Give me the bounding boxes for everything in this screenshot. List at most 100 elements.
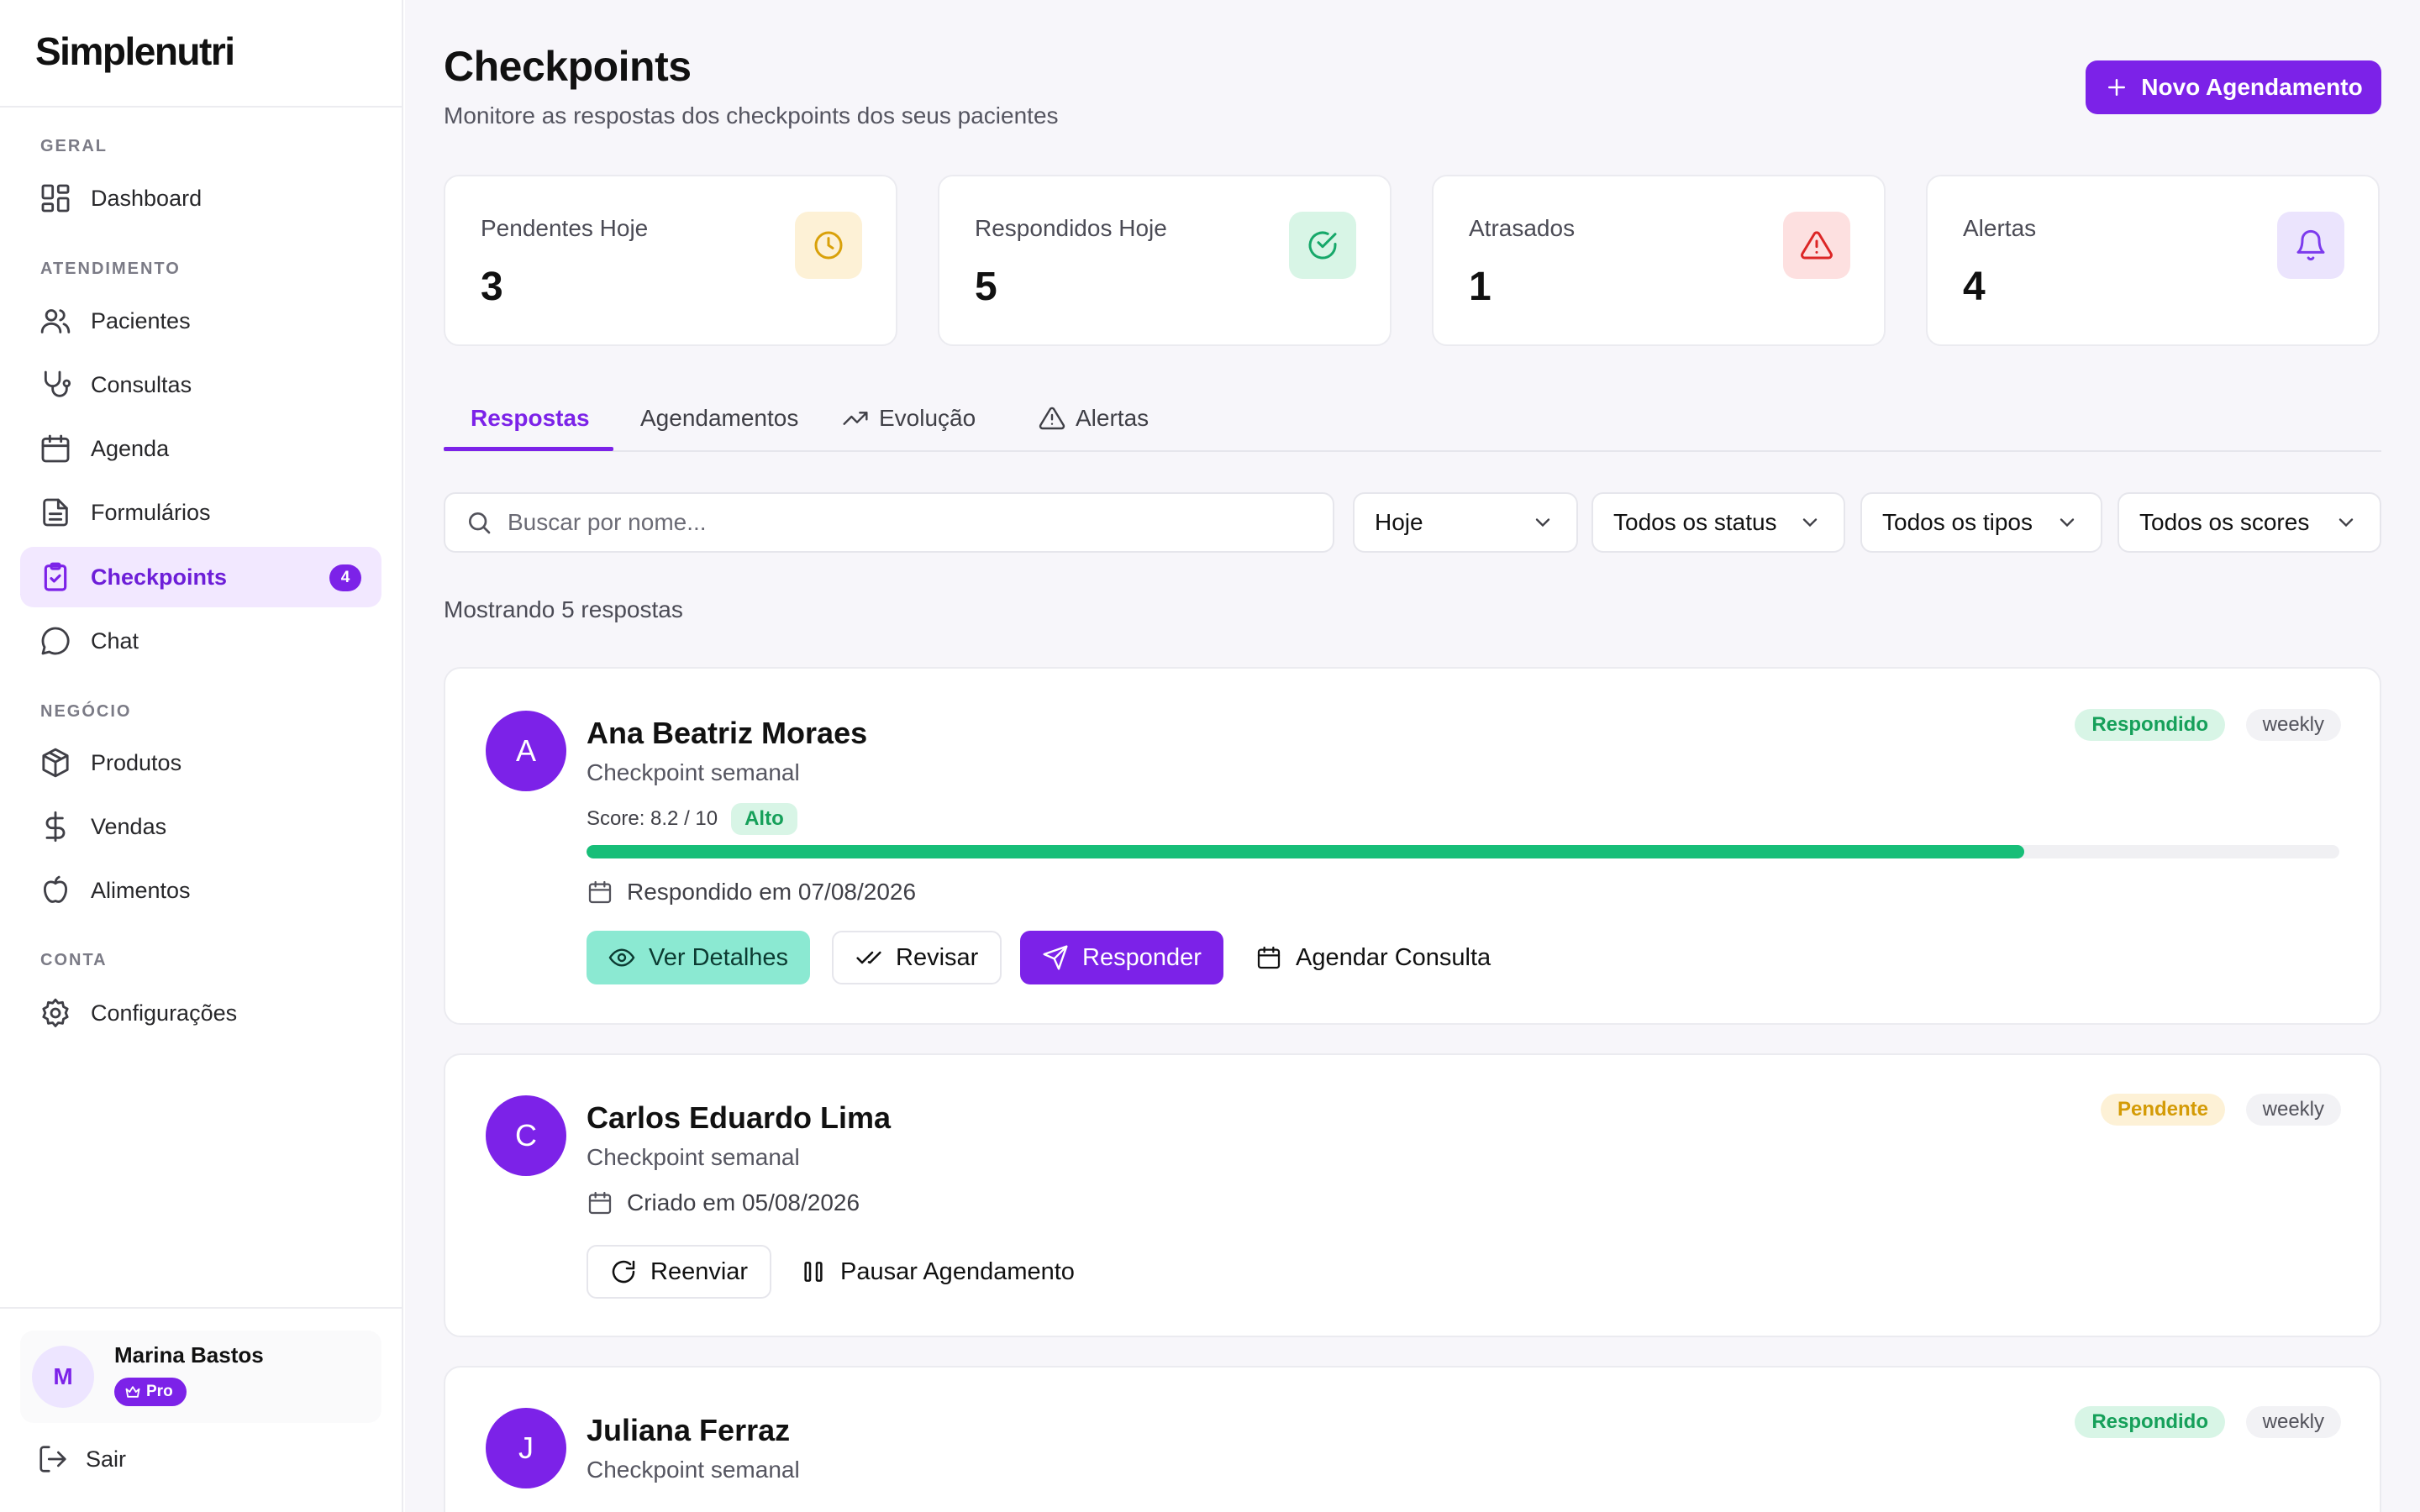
sidebar-item-label: Formulários xyxy=(91,499,211,525)
sidebar: Simplenutri GERAL Dashboard ATENDIMENTO … xyxy=(0,0,403,1512)
sidebar-item-dashboard[interactable]: Dashboard xyxy=(20,168,381,228)
search-icon xyxy=(466,509,492,536)
stat-label: Atrasados xyxy=(1469,215,1576,241)
main-content: Checkpoints Monitore as respostas dos ch… xyxy=(405,0,2420,1512)
tab-bar: Respostas Agendamentos Evolução Alertas xyxy=(444,386,2381,452)
date-text: Criado em 05/08/2026 xyxy=(627,1189,860,1215)
checkpoint-type: Checkpoint semanal xyxy=(587,1144,800,1170)
date-text: Respondido em 07/08/2026 xyxy=(627,879,917,905)
avatar: M xyxy=(32,1346,94,1408)
tab-label: Evolução xyxy=(879,405,976,431)
tab-label: Alertas xyxy=(1076,405,1150,431)
gear-icon xyxy=(39,996,72,1030)
review-button[interactable]: Revisar xyxy=(832,931,1002,984)
chevron-down-icon xyxy=(1798,511,1822,534)
respond-button[interactable]: Responder xyxy=(1020,931,1223,984)
stat-label: Pendentes Hoje xyxy=(481,215,649,241)
clipboard-check-icon xyxy=(39,560,72,594)
dashboard-icon xyxy=(39,181,72,215)
status-badge: Pendente xyxy=(2100,1094,2225,1126)
pause-schedule-button[interactable]: Pausar Agendamento xyxy=(778,1245,1097,1299)
status-badge: Respondido xyxy=(2075,1406,2225,1438)
send-icon xyxy=(1042,944,1069,971)
divider xyxy=(0,1307,402,1309)
dollar-icon xyxy=(39,810,72,843)
refresh-icon xyxy=(610,1258,637,1285)
tab-alertas[interactable]: Alertas xyxy=(1039,386,1149,450)
tab-label: Agendamentos xyxy=(640,405,799,431)
avatar: J xyxy=(486,1408,566,1488)
sidebar-item-label: Produtos xyxy=(91,749,182,775)
tab-respostas[interactable]: Respostas xyxy=(471,386,590,450)
sidebar-item-label: Checkpoints xyxy=(91,564,228,590)
chat-bubble-icon xyxy=(39,624,72,658)
frequency-badge: weekly xyxy=(2245,709,2341,741)
package-icon xyxy=(39,746,72,780)
sidebar-item-produtos[interactable]: Produtos xyxy=(20,732,381,793)
checkpoint-type: Checkpoint semanal xyxy=(587,759,800,785)
sidebar-item-chat[interactable]: Chat xyxy=(20,611,381,671)
select-value: Todos os scores xyxy=(2139,509,2310,535)
section-title-atendimento: ATENDIMENTO xyxy=(40,260,181,278)
sidebar-item-consultas[interactable]: Consultas xyxy=(20,354,381,415)
checkpoint-type: Checkpoint semanal xyxy=(587,1457,800,1483)
crown-icon xyxy=(124,1383,141,1400)
chevron-down-icon xyxy=(1531,511,1555,534)
tab-agendamentos[interactable]: Agendamentos xyxy=(640,386,798,450)
plan-label: Pro xyxy=(146,1383,173,1400)
patient-name: Juliana Ferraz xyxy=(587,1413,791,1447)
sidebar-item-formularios[interactable]: Formulários xyxy=(20,482,381,543)
pause-icon xyxy=(800,1258,827,1285)
date-row: Respondido em 07/08/2026 xyxy=(587,879,916,906)
logout-button[interactable]: Sair xyxy=(37,1443,126,1475)
section-title-geral: GERAL xyxy=(40,137,108,155)
tab-evolucao[interactable]: Evolução xyxy=(842,386,976,450)
calendar-icon xyxy=(1255,944,1282,971)
period-select[interactable]: Hoje xyxy=(1353,492,1578,553)
sidebar-item-agenda[interactable]: Agenda xyxy=(20,418,381,479)
sidebar-item-vendas[interactable]: Vendas xyxy=(20,796,381,857)
stat-card-respondidos: Respondidos Hoje 5 xyxy=(938,175,1392,346)
select-value: Hoje xyxy=(1375,509,1423,535)
sidebar-item-pacientes[interactable]: Pacientes xyxy=(20,291,381,351)
pause-schedule-label: Pausar Agendamento xyxy=(840,1257,1075,1285)
schedule-appointment-label: Agendar Consulta xyxy=(1296,943,1491,971)
apple-icon xyxy=(39,874,72,907)
logout-icon xyxy=(37,1443,69,1475)
sidebar-item-label: Agenda xyxy=(91,435,170,461)
double-check-icon xyxy=(855,944,882,971)
results-count: Mostrando 5 respostas xyxy=(444,596,683,622)
search-input[interactable] xyxy=(508,509,1314,536)
type-select[interactable]: Todos os tipos xyxy=(1860,492,2102,553)
resend-button[interactable]: Reenviar xyxy=(587,1245,772,1299)
select-value: Todos os tipos xyxy=(1882,509,2033,535)
page-title: Checkpoints xyxy=(444,43,692,90)
plus-icon xyxy=(2104,75,2129,100)
sidebar-item-alimentos[interactable]: Alimentos xyxy=(20,860,381,921)
new-schedule-button[interactable]: Novo Agendamento xyxy=(2086,60,2381,114)
schedule-appointment-button[interactable]: Agendar Consulta xyxy=(1234,931,1512,984)
stat-value: 3 xyxy=(481,265,503,309)
status-select[interactable]: Todos os status xyxy=(1591,492,1845,553)
sidebar-item-configuracoes[interactable]: Configurações xyxy=(20,983,381,1043)
section-title-conta: CONTA xyxy=(40,951,108,969)
sidebar-item-label: Alimentos xyxy=(91,877,191,903)
file-text-icon xyxy=(39,496,72,529)
user-name: Marina Bastos xyxy=(114,1342,264,1368)
stat-value: 1 xyxy=(1469,265,1491,309)
avatar: A xyxy=(486,711,566,791)
stat-label: Respondidos Hoje xyxy=(975,215,1167,241)
checkpoint-card: J Juliana Ferraz Checkpoint semanal Resp… xyxy=(444,1366,2381,1512)
view-details-button[interactable]: Ver Detalhes xyxy=(587,931,811,984)
alert-triangle-icon xyxy=(1039,405,1065,432)
checkpoint-card: C Carlos Eduardo Lima Checkpoint semanal… xyxy=(444,1053,2381,1337)
clock-icon xyxy=(795,212,862,279)
sidebar-item-checkpoints[interactable]: Checkpoints 4 xyxy=(20,547,381,607)
page-subtitle: Monitore as respostas dos checkpoints do… xyxy=(444,102,1059,129)
user-profile-card[interactable]: M Marina Bastos Pro xyxy=(20,1331,381,1423)
score-select[interactable]: Todos os scores xyxy=(2118,492,2381,553)
trending-up-icon xyxy=(842,405,869,432)
respond-label: Responder xyxy=(1082,943,1202,971)
stat-card-alertas: Alertas 4 xyxy=(1926,175,2380,346)
view-details-label: Ver Detalhes xyxy=(649,943,789,971)
